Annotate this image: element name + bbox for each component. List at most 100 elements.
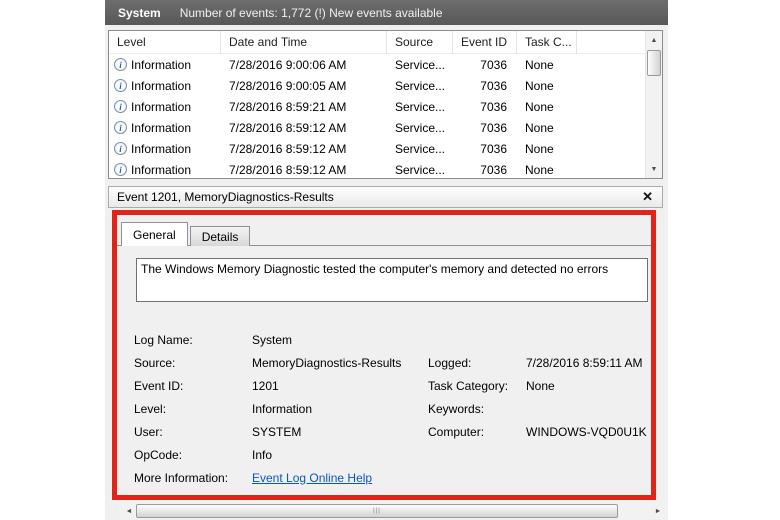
property-row: Source: MemoryDiagnostics-Results Logged… [134, 351, 651, 374]
horizontal-scrollbar[interactable]: ◄ ||| ► [119, 503, 668, 519]
field-label: Log Name: [134, 332, 193, 347]
cell-level: Information [131, 78, 192, 93]
table-row[interactable]: i Information 7/28/2016 8:59:12 AM Servic… [109, 138, 645, 159]
cell-task: None [525, 162, 554, 177]
field-label: Task Category: [428, 378, 509, 393]
field-label [428, 328, 526, 351]
field-label: More Information: [134, 470, 229, 485]
grip-icon: ||| [373, 508, 381, 514]
field-value: Info [252, 447, 273, 462]
table-row[interactable]: i Information 7/28/2016 9:00:06 AM Servic… [109, 54, 645, 75]
field-value: 1201 [252, 378, 279, 393]
cell-source: Service... [395, 99, 446, 114]
information-icon: i [114, 121, 127, 134]
column-header-source[interactable]: Source [387, 31, 453, 54]
cell-event-id: 7036 [480, 120, 507, 135]
field-value: System [252, 332, 293, 347]
information-icon: i [114, 58, 127, 71]
field-label: Source: [134, 355, 176, 370]
column-header-event-id[interactable]: Event ID [453, 31, 517, 54]
cell-date: 7/28/2016 8:59:12 AM [229, 162, 347, 177]
cell-source: Service... [395, 141, 446, 156]
cell-date: 7/28/2016 9:00:05 AM [229, 78, 347, 93]
event-detail-header: Event 1201, MemoryDiagnostics-Results ✕ [108, 186, 663, 208]
information-icon: i [114, 100, 127, 113]
field-value: SYSTEM [252, 424, 302, 439]
scroll-right-icon[interactable]: ► [650, 503, 666, 519]
cell-source: Service... [395, 78, 446, 93]
table-row[interactable]: i Information 7/28/2016 8:59:12 AM Servic… [109, 117, 645, 138]
horizontal-scrollbar-thumb[interactable]: ||| [136, 504, 618, 518]
table-row[interactable]: i Information 7/28/2016 8:59:12 AM Servic… [109, 159, 645, 178]
field-value: None [526, 378, 555, 393]
event-properties-grid: Log Name: System Source: MemoryDiagnosti… [134, 328, 651, 489]
event-log-online-help-link[interactable]: Event Log Online Help [252, 471, 372, 485]
cell-level: Information [131, 141, 192, 156]
close-icon[interactable]: ✕ [642, 189, 653, 205]
scroll-down-icon[interactable]: ▼ [646, 161, 662, 177]
field-label [428, 443, 526, 466]
cell-date: 7/28/2016 9:00:06 AM [229, 57, 347, 72]
highlight-rectangle: General Details The Windows Memory Diagn… [112, 210, 656, 500]
cell-event-id: 7036 [480, 141, 507, 156]
cell-task: None [525, 57, 554, 72]
cell-event-id: 7036 [480, 57, 507, 72]
screenshot-canvas: System Number of events: 1,772 (!) New e… [0, 0, 780, 520]
scroll-up-icon[interactable]: ▲ [646, 32, 662, 48]
cell-task: None [525, 99, 554, 114]
property-row: More Information: Event Log Online Help [134, 466, 651, 489]
cell-task: None [525, 141, 554, 156]
property-row: User: SYSTEM Computer: WINDOWS-VQD0U1K [134, 420, 651, 443]
table-row[interactable]: i Information 7/28/2016 8:59:21 AM Servic… [109, 96, 645, 117]
log-name: System [118, 5, 161, 20]
cell-source: Service... [395, 162, 446, 177]
field-label [428, 466, 526, 489]
cell-event-id: 7036 [480, 162, 507, 177]
cell-task: None [525, 78, 554, 93]
field-value [526, 328, 651, 351]
cell-date: 7/28/2016 8:59:12 AM [229, 141, 347, 156]
cell-event-id: 7036 [480, 99, 507, 114]
field-value: Information [252, 401, 313, 416]
property-row: OpCode: Info [134, 443, 651, 466]
detail-tabs: General Details [121, 222, 251, 246]
cell-source: Service... [395, 57, 446, 72]
cell-date: 7/28/2016 8:59:12 AM [229, 120, 347, 135]
event-description-box: The Windows Memory Diagnostic tested the… [136, 258, 648, 302]
field-value [526, 397, 651, 420]
property-row: Level: Information Keywords: [134, 397, 651, 420]
column-header-date[interactable]: Date and Time [221, 31, 387, 54]
field-value: MemoryDiagnostics-Results [252, 355, 402, 370]
vertical-scrollbar[interactable]: ▲ ▼ [645, 31, 662, 178]
field-value [526, 466, 651, 489]
field-label: Event ID: [134, 378, 184, 393]
field-label: Logged: [428, 355, 472, 370]
events-count-status: Number of events: 1,772 (!) New events a… [179, 5, 443, 20]
field-value [526, 443, 651, 466]
field-value: 7/28/2016 8:59:11 AM [526, 355, 643, 370]
property-row: Log Name: System [134, 328, 651, 351]
vertical-scrollbar-thumb[interactable] [647, 50, 661, 76]
event-detail-title: Event 1201, MemoryDiagnostics-Results [117, 190, 334, 204]
event-viewer-panel: System Number of events: 1,772 (!) New e… [105, 0, 668, 520]
column-header-level[interactable]: Level [109, 31, 221, 54]
column-header-row: Level Date and Time Source Event ID Task… [109, 31, 645, 54]
information-icon: i [114, 163, 127, 176]
field-label: Keywords: [428, 401, 485, 416]
field-label: Level: [134, 401, 167, 416]
log-title-bar: System Number of events: 1,772 (!) New e… [105, 0, 668, 25]
cell-level: Information [131, 57, 192, 72]
table-row[interactable]: i Information 7/28/2016 9:00:05 AM Servic… [109, 75, 645, 96]
scroll-left-icon[interactable]: ◄ [121, 503, 137, 519]
field-value: WINDOWS-VQD0U1K [526, 424, 647, 439]
cell-task: None [525, 120, 554, 135]
field-label: OpCode: [134, 447, 183, 462]
event-table: Level Date and Time Source Event ID Task… [108, 30, 663, 179]
column-header-task[interactable]: Task C... [517, 31, 577, 54]
property-row: Event ID: 1201 Task Category: None [134, 374, 651, 397]
column-header-filler [577, 31, 645, 54]
cell-date: 7/28/2016 8:59:21 AM [229, 99, 347, 114]
information-icon: i [114, 79, 127, 92]
tab-details[interactable]: Details [189, 226, 251, 246]
tab-general[interactable]: General [121, 222, 188, 246]
